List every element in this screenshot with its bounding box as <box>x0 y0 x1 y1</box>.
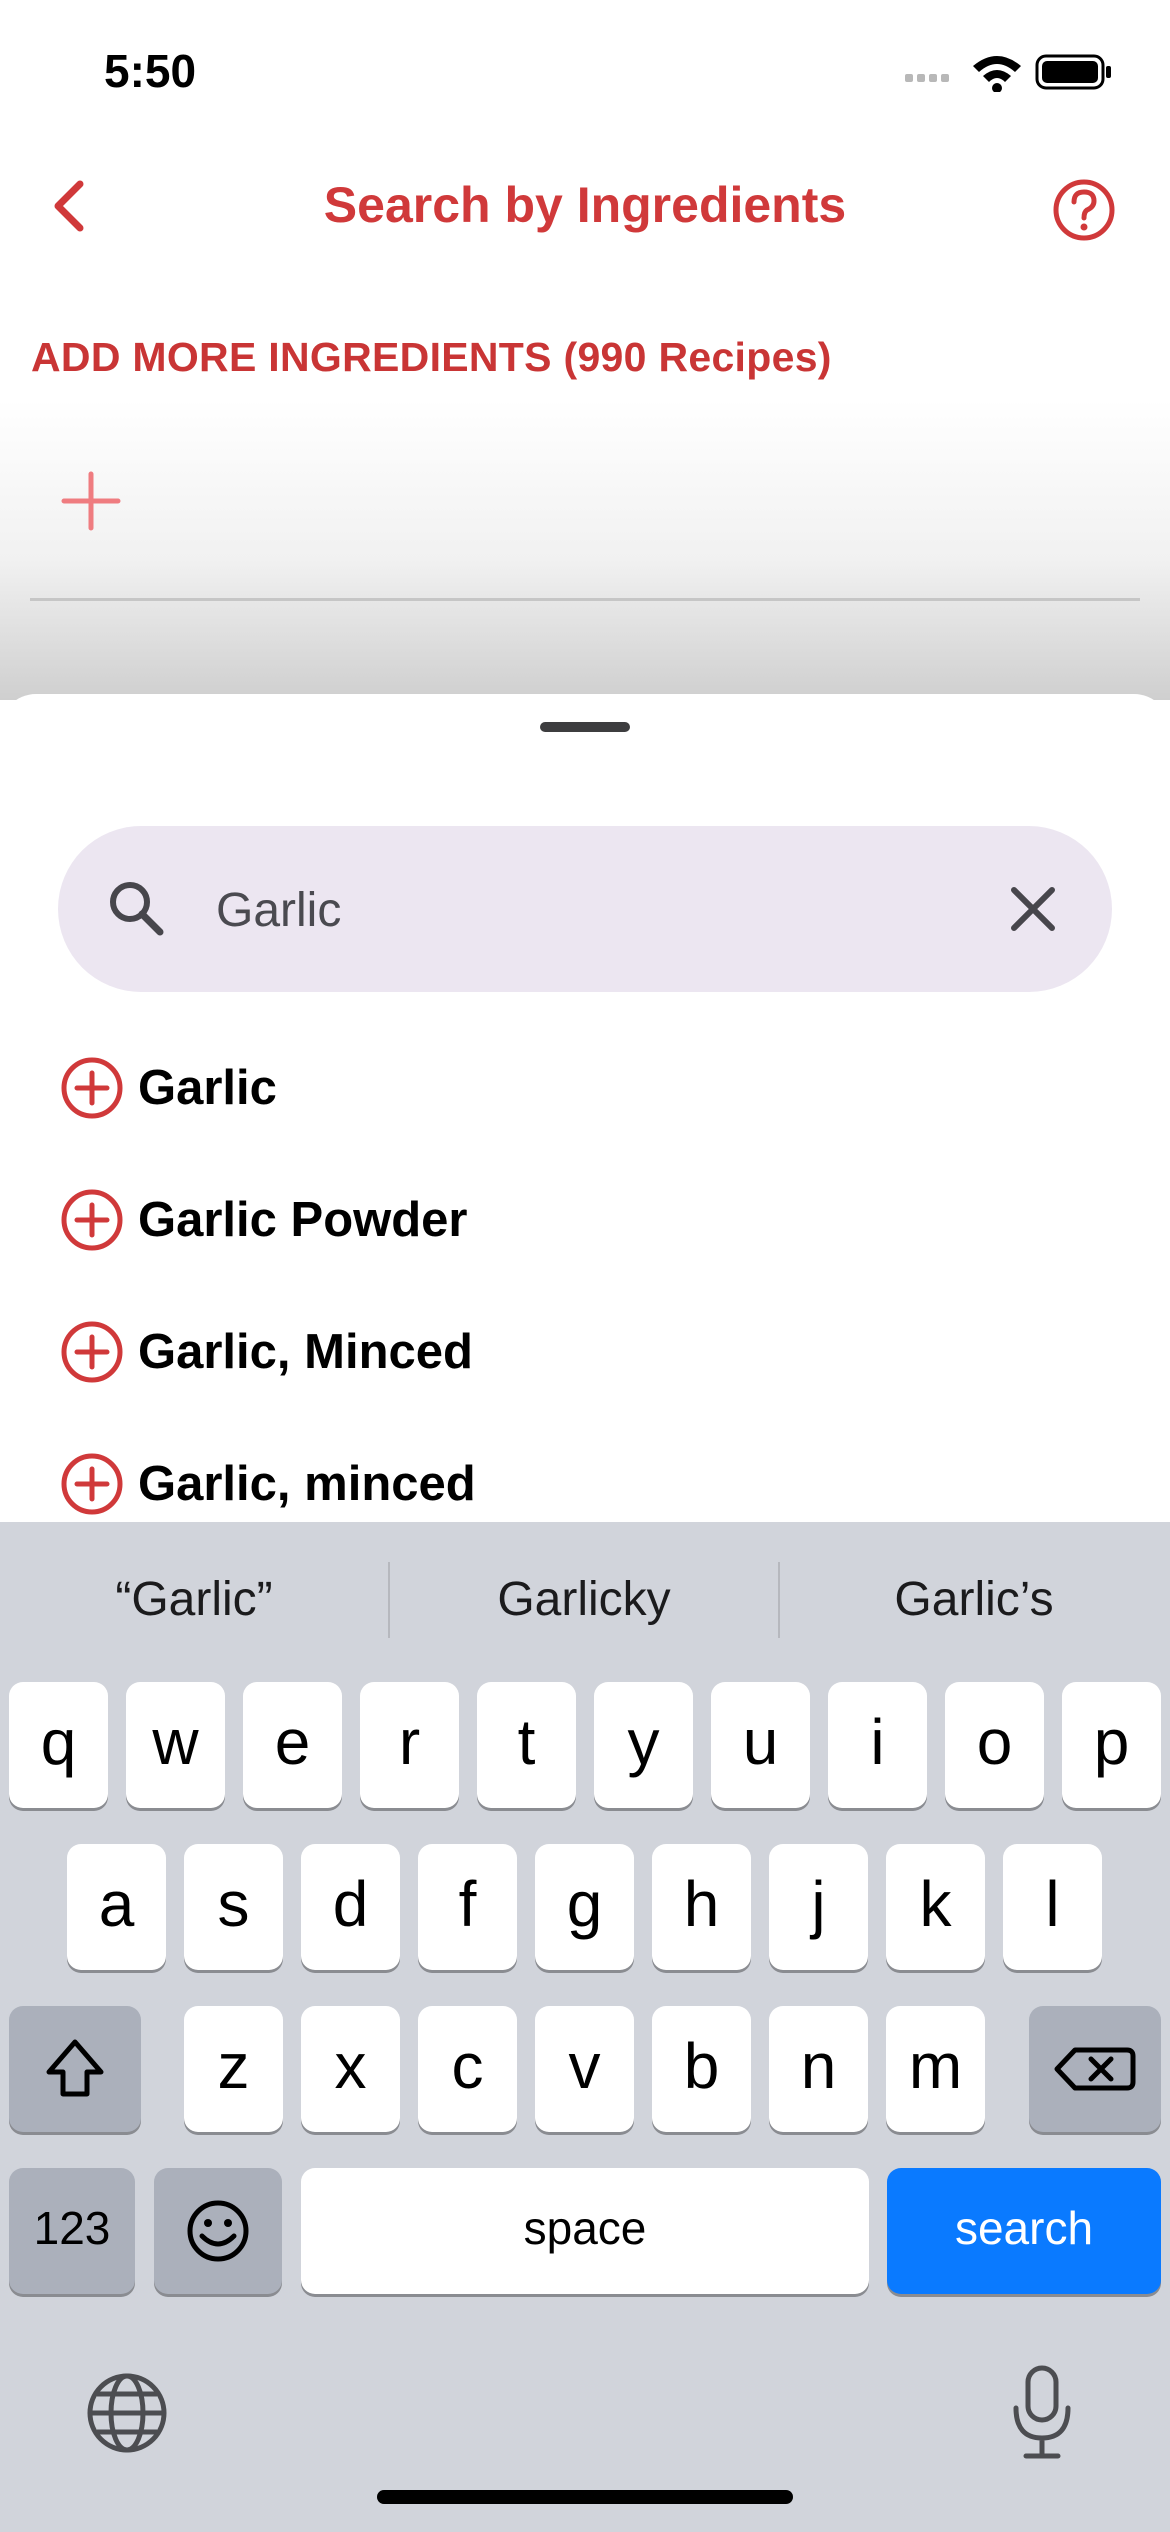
globe-icon[interactable] <box>82 2368 172 2458</box>
section-label: ADD MORE INGREDIENTS (990 Recipes) <box>31 334 832 380</box>
suggestion[interactable]: “Garlic” <box>0 1560 388 1640</box>
key[interactable]: n <box>769 2006 868 2132</box>
key[interactable]: y <box>594 1682 693 1808</box>
emoji-key[interactable] <box>154 2168 282 2294</box>
key[interactable]: g <box>535 1844 634 1970</box>
add-circle-icon <box>61 1189 123 1251</box>
result-item[interactable]: Garlic, Minced <box>60 1297 1120 1407</box>
key[interactable]: t <box>477 1682 576 1808</box>
key[interactable]: b <box>652 2006 751 2132</box>
key[interactable]: x <box>301 2006 400 2132</box>
add-circle-icon <box>61 1321 123 1383</box>
help-icon[interactable] <box>1052 178 1116 242</box>
key[interactable]: s <box>184 1844 283 1970</box>
page-title: Search by Ingredients <box>323 177 847 233</box>
key[interactable]: c <box>418 2006 517 2132</box>
key[interactable]: w <box>126 1682 225 1808</box>
suggestion[interactable]: Garlicky <box>390 1560 778 1640</box>
numbers-key[interactable]: 123 <box>9 2168 135 2294</box>
key[interactable]: p <box>1062 1682 1161 1808</box>
key[interactable]: d <box>301 1844 400 1970</box>
result-label: Garlic, Minced <box>138 1325 473 1379</box>
delete-icon <box>1054 2047 1136 2091</box>
key[interactable]: o <box>945 1682 1044 1808</box>
suggestion[interactable]: Garlic’s <box>780 1560 1168 1640</box>
key[interactable]: q <box>9 1682 108 1808</box>
result-label: Garlic Powder <box>138 1193 468 1247</box>
divider <box>30 598 1140 601</box>
space-key[interactable]: space <box>301 2168 869 2294</box>
key[interactable]: j <box>769 1844 868 1970</box>
emoji-icon <box>187 2200 249 2262</box>
result-label: Garlic, minced <box>138 1457 476 1511</box>
key[interactable]: l <box>1003 1844 1102 1970</box>
microphone-icon[interactable] <box>1006 2362 1078 2462</box>
key[interactable]: h <box>652 1844 751 1970</box>
key[interactable]: r <box>360 1682 459 1808</box>
add-circle-icon <box>61 1057 123 1119</box>
delete-key[interactable] <box>1029 2006 1161 2132</box>
status-icons <box>905 54 1111 92</box>
home-indicator <box>377 2490 793 2504</box>
wifi-icon <box>973 56 1021 92</box>
plus-icon[interactable] <box>60 470 122 532</box>
key[interactable]: m <box>886 2006 985 2132</box>
key[interactable]: k <box>886 1844 985 1970</box>
key[interactable]: f <box>418 1844 517 1970</box>
sheet-grabber[interactable] <box>540 722 630 732</box>
key[interactable]: z <box>184 2006 283 2132</box>
key[interactable]: e <box>243 1682 342 1808</box>
battery-icon <box>1035 54 1111 90</box>
search-input[interactable] <box>216 870 956 950</box>
signal-icon <box>905 74 949 82</box>
clear-icon[interactable] <box>1004 880 1062 938</box>
result-label: Garlic <box>138 1061 277 1115</box>
key[interactable]: i <box>828 1682 927 1808</box>
key[interactable]: u <box>711 1682 810 1808</box>
key[interactable]: a <box>67 1844 166 1970</box>
shift-icon <box>46 2039 104 2097</box>
key[interactable]: v <box>535 2006 634 2132</box>
result-item[interactable]: Garlic Powder <box>60 1165 1120 1275</box>
add-circle-icon <box>61 1453 123 1515</box>
search-key[interactable]: search <box>887 2168 1161 2294</box>
result-item[interactable]: Garlic <box>60 1033 1120 1143</box>
shift-key[interactable] <box>9 2006 141 2132</box>
search-icon <box>110 882 164 936</box>
status-time: 5:50 <box>104 45 197 97</box>
